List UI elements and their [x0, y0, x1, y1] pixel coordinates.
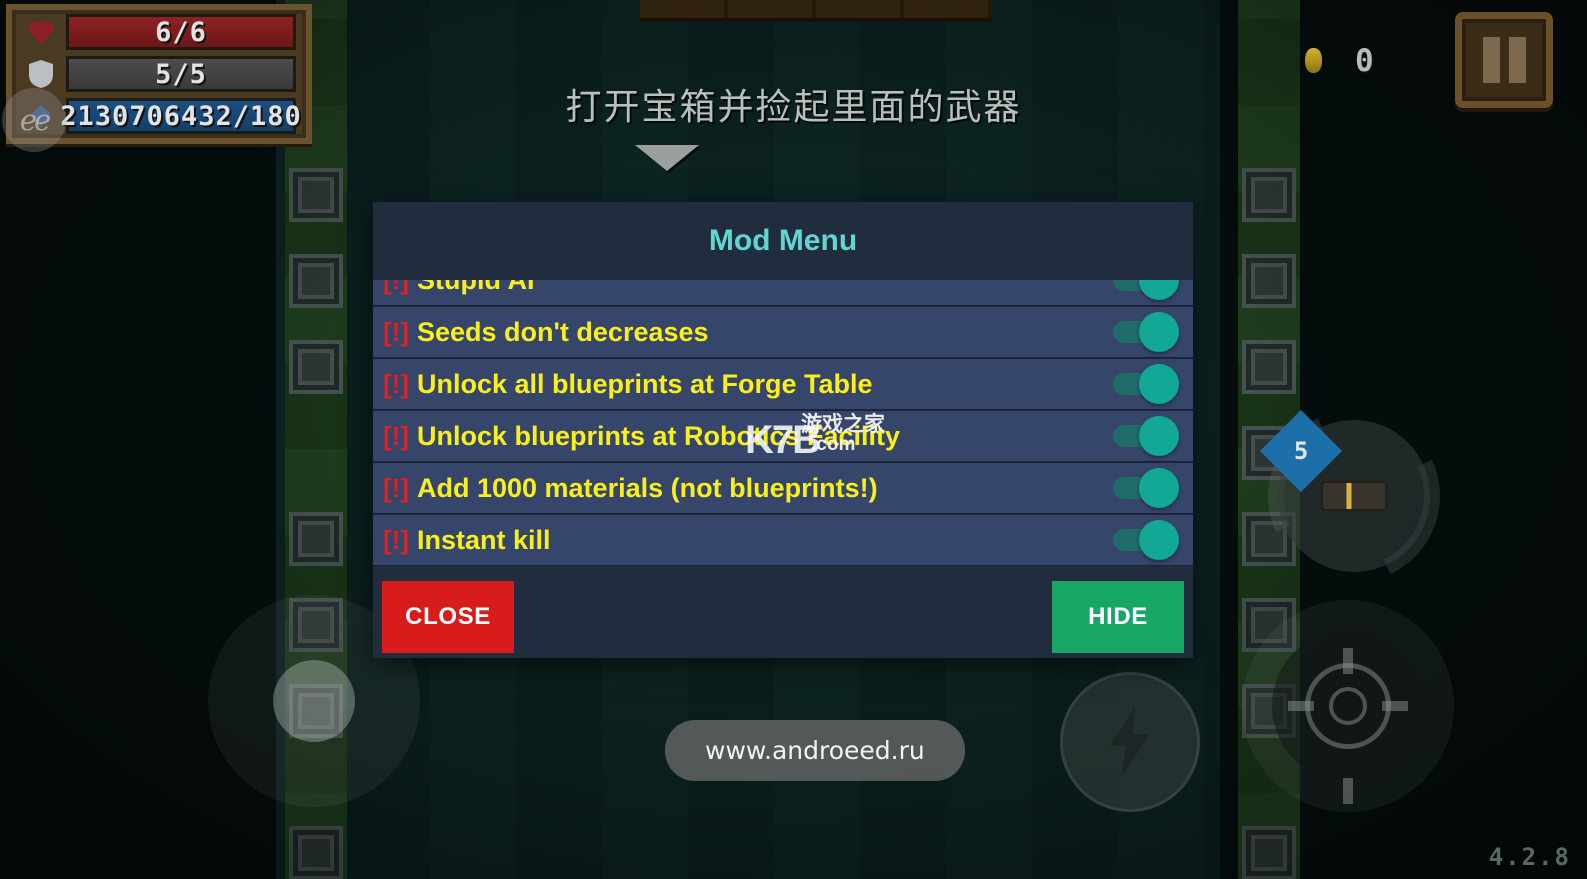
pause-icon-bar-right [1508, 37, 1526, 83]
toggle-thumb [1139, 312, 1179, 352]
ammo-badge-value: 5 [1293, 436, 1309, 465]
mod-option-row[interactable]: [!] Stupid AI [373, 280, 1193, 306]
coin-icon [1305, 48, 1322, 73]
mod-option-label: Unlock all blueprints at Forge Table [416, 368, 873, 399]
crosshair-tick-left [1288, 701, 1314, 711]
health-value: 6/6 [155, 16, 207, 48]
toggle-thumb [1139, 364, 1179, 404]
mod-option-label: Seeds don't decreases [416, 316, 709, 347]
mod-option-row[interactable]: [!] Seeds don't decreases [373, 306, 1193, 358]
close-button[interactable]: CLOSE [382, 581, 514, 653]
mod-option-row[interactable]: [!] Unlock blueprints at Robotics Facilit… [373, 410, 1193, 462]
coin-count: 0 [1355, 43, 1374, 79]
version-label: 4.2.8 [1488, 843, 1571, 871]
mod-option-toggle[interactable] [1113, 520, 1179, 560]
toast-notification: www.androeed.ru [665, 720, 965, 781]
move-joystick-thumb[interactable] [273, 660, 355, 742]
mod-option-toggle[interactable] [1113, 468, 1179, 508]
game-screen: 6/6 5/5 2130706432/180 ee 0 打开宝箱并捡起里面的武器 [0, 0, 1587, 879]
crosshair-center-dot-icon [1329, 687, 1367, 725]
mod-menu-dialog: Mod Menu [!] Stupid AI [!] Seeds don't decr… [373, 202, 1193, 658]
mod-option-label: Unlock blueprints at Robotics Facility [416, 420, 901, 451]
dialog-action-bar: CLOSE HIDE [373, 576, 1193, 658]
mod-option-toggle[interactable] [1113, 280, 1179, 300]
weapon-sprite-icon [1323, 483, 1385, 509]
crosshair-tick-bottom [1343, 778, 1353, 804]
warning-marker-icon: [!] [383, 524, 409, 555]
mod-option-toggle[interactable] [1113, 312, 1179, 352]
warning-marker-icon: [!] [383, 472, 409, 503]
mod-option-toggle[interactable] [1113, 364, 1179, 404]
warning-marker-icon: [!] [383, 420, 409, 451]
mod-option-label: Instant kill [416, 524, 551, 555]
pause-icon-bar-left [1482, 37, 1500, 83]
warning-marker-icon: [!] [383, 368, 409, 399]
hide-button[interactable]: HIDE [1052, 581, 1184, 653]
objective-text: 打开宝箱并捡起里面的武器 [565, 87, 1022, 128]
mod-option-label: Add 1000 materials (not blueprints!) [416, 472, 878, 503]
mod-options-list[interactable]: [!] Stupid AI [!] Seeds don't decreases [!] U… [373, 280, 1193, 576]
objective-arrow-icon [635, 145, 699, 171]
health-bar-row: 6/6 [66, 14, 296, 50]
toggle-thumb [1139, 520, 1179, 560]
mod-option-row[interactable]: [!] Instant kill [373, 514, 1193, 566]
mod-option-row[interactable]: [!] Add 1000 materials (not blueprints!) [373, 462, 1193, 514]
dash-button[interactable] [1060, 672, 1200, 812]
mod-option-row[interactable]: [!] Unlock all blueprints at Forge Table [373, 358, 1193, 410]
crosshair-tick-right [1382, 701, 1408, 711]
toggle-thumb [1139, 468, 1179, 508]
heart-icon [22, 14, 60, 50]
dialog-title: Mod Menu [708, 224, 858, 257]
crosshair-tick-top [1343, 648, 1353, 674]
toggle-thumb [1139, 416, 1179, 456]
warning-marker-icon: [!] [383, 316, 409, 347]
warning-marker-icon: [!] [383, 280, 409, 296]
toggle-thumb [1139, 280, 1179, 300]
lightning-bolt-icon [1110, 706, 1150, 778]
mod-option-toggle[interactable] [1113, 416, 1179, 456]
mod-option-label: Stupid AI [417, 280, 1113, 296]
